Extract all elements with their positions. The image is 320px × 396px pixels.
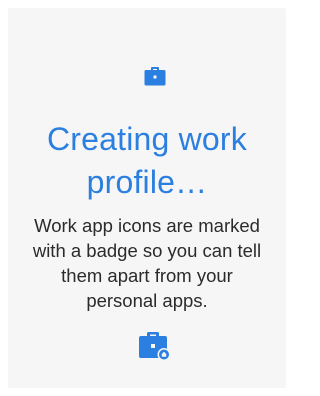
page-title: Creating work profile…	[46, 121, 247, 200]
briefcase-icon	[143, 65, 167, 87]
description-text: Work app icons are marked with a badge s…	[32, 215, 262, 311]
work-badge-icon	[137, 330, 173, 362]
setup-card: Creating work profile… Work app icons ar…	[8, 8, 286, 388]
